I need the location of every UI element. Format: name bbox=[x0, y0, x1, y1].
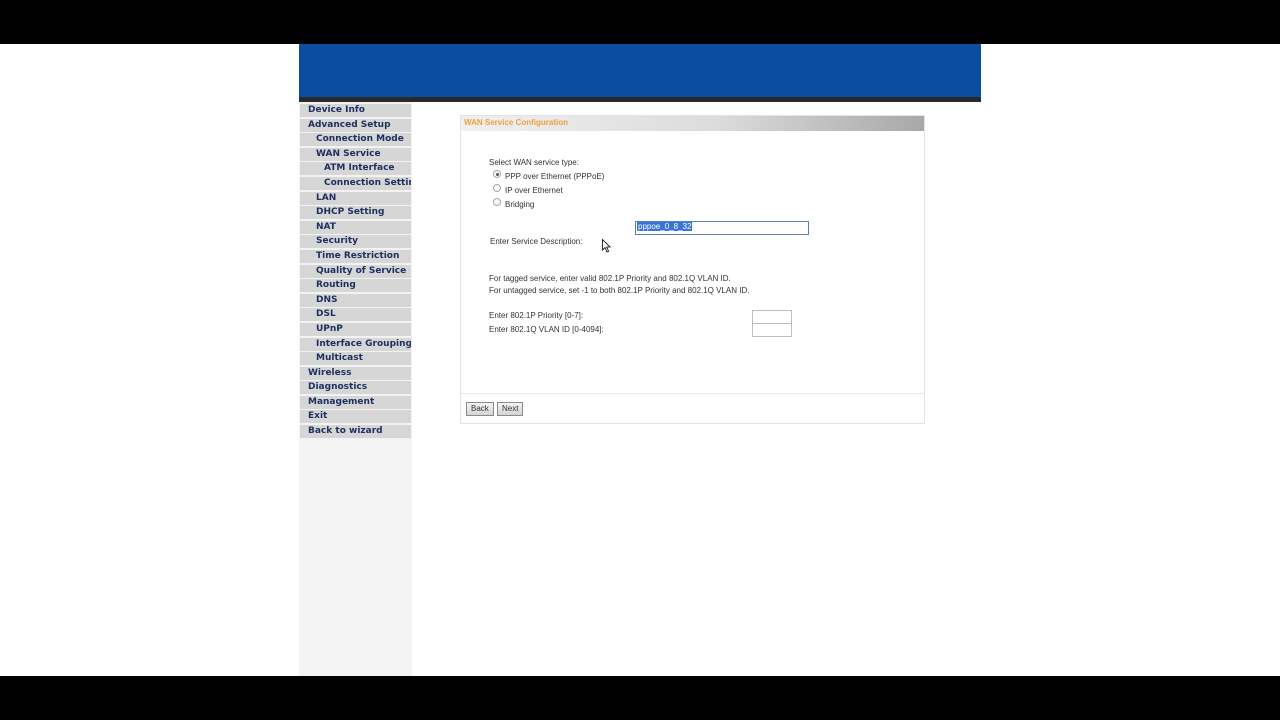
sidebar-item-upnp[interactable]: UPnP bbox=[300, 322, 411, 336]
mouse-pointer-icon bbox=[602, 239, 611, 253]
sidebar-item-wan-service[interactable]: WAN Service bbox=[300, 147, 411, 161]
sidebar-item-connection-setting[interactable]: Connection Setting bbox=[300, 176, 411, 190]
next-button[interactable]: Next bbox=[497, 402, 524, 416]
back-button[interactable]: Back bbox=[466, 402, 494, 416]
sidebar-menu: Device Info Advanced Setup Connection Mode… bbox=[300, 104, 411, 440]
priority-input[interactable] bbox=[752, 310, 792, 324]
sidebar-item-dsl[interactable]: DSL bbox=[300, 308, 411, 322]
sidebar-item-advanced-setup[interactable]: Advanced Setup bbox=[300, 118, 411, 132]
sidebar-item-nat[interactable]: NAT bbox=[300, 220, 411, 234]
radio-bridging-label: Bridging bbox=[505, 200, 535, 209]
sidebar-item-diagnostics[interactable]: Diagnostics bbox=[300, 381, 411, 395]
service-description-input[interactable]: pppoe_0_8_32 bbox=[635, 221, 809, 235]
sidebar-item-dns[interactable]: DNS bbox=[300, 293, 411, 307]
radio-pppoe[interactable] bbox=[493, 170, 501, 178]
sidebar-item-lan[interactable]: LAN bbox=[300, 191, 411, 205]
service-type-label: Select WAN service type: bbox=[489, 158, 579, 167]
sidebar-item-wireless[interactable]: Wireless bbox=[300, 366, 411, 380]
sidebar-item-dhcp-setting[interactable]: DHCP Setting bbox=[300, 206, 411, 220]
panel-header: WAN Service Configuration bbox=[461, 116, 924, 131]
note-untagged: For untagged service, set -1 to both 802… bbox=[489, 286, 750, 295]
sidebar-item-quality-of-service[interactable]: Quality of Service bbox=[300, 264, 411, 278]
sidebar-item-management[interactable]: Management bbox=[300, 395, 411, 409]
priority-label: Enter 802.1P Priority [0-7]: bbox=[489, 311, 584, 320]
radio-ipoe-label: IP over Ethernet bbox=[505, 186, 563, 195]
sidebar-item-atm-interface[interactable]: ATM Interface bbox=[300, 162, 411, 176]
note-tagged: For tagged service, enter valid 802.1P P… bbox=[489, 274, 731, 283]
sidebar-item-multicast[interactable]: Multicast bbox=[300, 352, 411, 366]
sidebar-item-device-info[interactable]: Device Info bbox=[300, 104, 411, 117]
panel-divider bbox=[461, 393, 924, 394]
sidebar-item-routing[interactable]: Routing bbox=[300, 279, 411, 293]
radio-pppoe-label: PPP over Ethernet (PPPoE) bbox=[505, 172, 605, 181]
sidebar-item-connection-mode[interactable]: Connection Mode bbox=[300, 133, 411, 147]
sidebar-item-security[interactable]: Security bbox=[300, 235, 411, 249]
service-description-value: pppoe_0_8_32 bbox=[637, 222, 693, 231]
sidebar-item-back-to-wizard[interactable]: Back to wizard bbox=[300, 425, 411, 439]
radio-ipoe[interactable] bbox=[493, 184, 501, 192]
sidebar-item-exit[interactable]: Exit bbox=[300, 410, 411, 424]
sidebar-item-interface-grouping[interactable]: Interface Grouping bbox=[300, 337, 411, 351]
service-description-label: Enter Service Description: bbox=[490, 237, 583, 246]
sidebar-item-time-restriction[interactable]: Time Restriction bbox=[300, 249, 411, 263]
vlan-id-label: Enter 802.1Q VLAN ID [0-4094]: bbox=[489, 325, 604, 334]
router-banner bbox=[299, 44, 981, 99]
vlan-id-input[interactable] bbox=[752, 323, 792, 337]
radio-bridging[interactable] bbox=[493, 198, 501, 206]
browser-viewport: Device Info Advanced Setup Connection Mode… bbox=[0, 44, 1280, 676]
panel-title: WAN Service Configuration bbox=[464, 118, 569, 127]
wan-service-panel: WAN Service Configuration Select WAN ser… bbox=[460, 115, 925, 424]
